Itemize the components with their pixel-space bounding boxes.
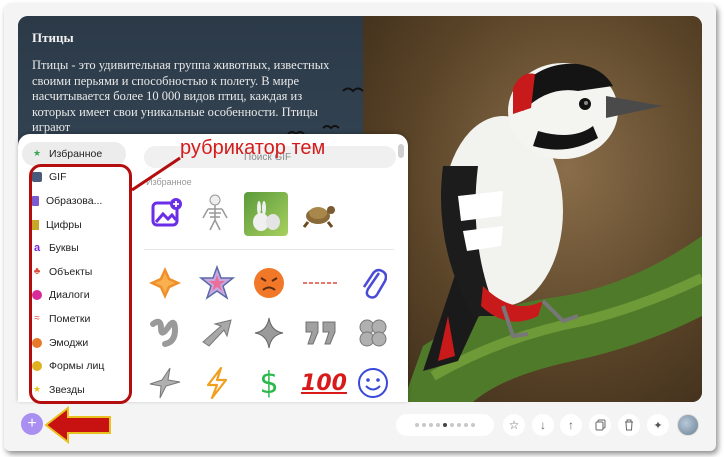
arrow-up-icon: ↑ xyxy=(568,418,574,432)
hundred-sticker[interactable]: 100 xyxy=(301,364,347,402)
arrow-down-icon: ↓ xyxy=(540,418,546,432)
paperclip-sticker[interactable] xyxy=(354,264,392,302)
scrollbar-thumb[interactable] xyxy=(398,144,404,158)
lightning-sticker[interactable] xyxy=(198,364,236,402)
delete-button[interactable] xyxy=(618,414,640,436)
section-divider xyxy=(144,249,394,250)
skeleton-icon xyxy=(202,194,228,231)
smiley-icon xyxy=(358,368,388,398)
angry-emoji-icon xyxy=(254,268,284,298)
ai-magic-button[interactable]: ✦ xyxy=(647,414,669,436)
hundred-points-icon: 100 xyxy=(301,370,347,396)
smiley-sticker[interactable] xyxy=(354,364,392,402)
star-icon xyxy=(199,265,235,300)
annotation-pointer-line xyxy=(131,156,181,192)
app-frame: Птицы Птицы - это удивительная группа жи… xyxy=(4,4,716,451)
duplicate-button[interactable] xyxy=(589,414,611,436)
page-dot[interactable] xyxy=(471,423,475,427)
page-dot[interactable] xyxy=(464,423,468,427)
chrome-star-sticker[interactable] xyxy=(146,364,184,402)
annotation-arrow xyxy=(44,406,111,444)
page-dot[interactable] xyxy=(457,423,461,427)
page-dot[interactable] xyxy=(443,423,447,427)
dashed-line-sticker[interactable] xyxy=(302,264,340,302)
copy-icon xyxy=(595,419,605,431)
dollar-sticker[interactable]: $ xyxy=(250,364,288,402)
lightning-icon xyxy=(206,366,228,400)
add-image-sticker[interactable] xyxy=(148,194,186,232)
star-icon: ★ xyxy=(32,148,42,159)
quotes-icon xyxy=(305,321,336,345)
favorite-button[interactable]: ☆ xyxy=(503,414,525,436)
paperclip-icon xyxy=(362,268,387,299)
category-item[interactable]: ★ Избранное xyxy=(22,142,126,166)
category-label: Избранное xyxy=(49,147,103,160)
scribble-icon xyxy=(150,318,179,347)
user-avatar[interactable] xyxy=(677,414,699,436)
arrow-icon xyxy=(202,319,232,347)
bunny-icon xyxy=(253,201,280,231)
annotation-highlight-box xyxy=(29,164,132,404)
star-shape-icon xyxy=(149,267,181,299)
move-up-button[interactable]: ↑ xyxy=(560,414,582,436)
page-dot[interactable] xyxy=(429,423,433,427)
bunnies-sticker[interactable] xyxy=(244,192,288,236)
clover-icon xyxy=(359,319,387,347)
angry-face-sticker[interactable] xyxy=(250,264,288,302)
page-dot[interactable] xyxy=(450,423,454,427)
chrome-arrow-sticker[interactable] xyxy=(198,314,236,352)
turtle-icon xyxy=(302,206,335,228)
trash-icon xyxy=(625,419,633,431)
chrome-quotes-sticker[interactable] xyxy=(302,314,340,352)
page-dot[interactable] xyxy=(422,423,426,427)
dashed-line-icon xyxy=(303,282,339,284)
orange-star-shape-sticker[interactable] xyxy=(146,264,184,302)
page-indicator[interactable] xyxy=(396,414,494,436)
pink-star-sticker[interactable] xyxy=(198,264,236,302)
sparkle-icon: ✦ xyxy=(653,419,663,432)
page-dot[interactable] xyxy=(436,423,440,427)
chrome-clover-sticker[interactable] xyxy=(354,314,392,352)
annotation-label: рубрикатор тем xyxy=(180,137,326,159)
move-down-button[interactable]: ↓ xyxy=(532,414,554,436)
page-dot[interactable] xyxy=(415,423,419,427)
star-icon xyxy=(149,367,181,399)
slide-title: Птицы xyxy=(32,30,74,45)
image-add-icon xyxy=(151,198,182,227)
chrome-sparkle-sticker[interactable] xyxy=(250,314,288,352)
turtle-sticker[interactable] xyxy=(300,194,338,232)
dollar-icon: $ xyxy=(259,365,279,401)
panel-scrollbar[interactable] xyxy=(398,144,404,394)
star-outline-icon: ☆ xyxy=(508,418,520,432)
woodpecker-image xyxy=(403,63,702,402)
skeleton-sticker[interactable] xyxy=(196,194,234,232)
sparkle-icon xyxy=(254,317,284,349)
add-button[interactable]: + xyxy=(21,413,43,435)
chrome-scribble-sticker[interactable] xyxy=(146,314,184,352)
